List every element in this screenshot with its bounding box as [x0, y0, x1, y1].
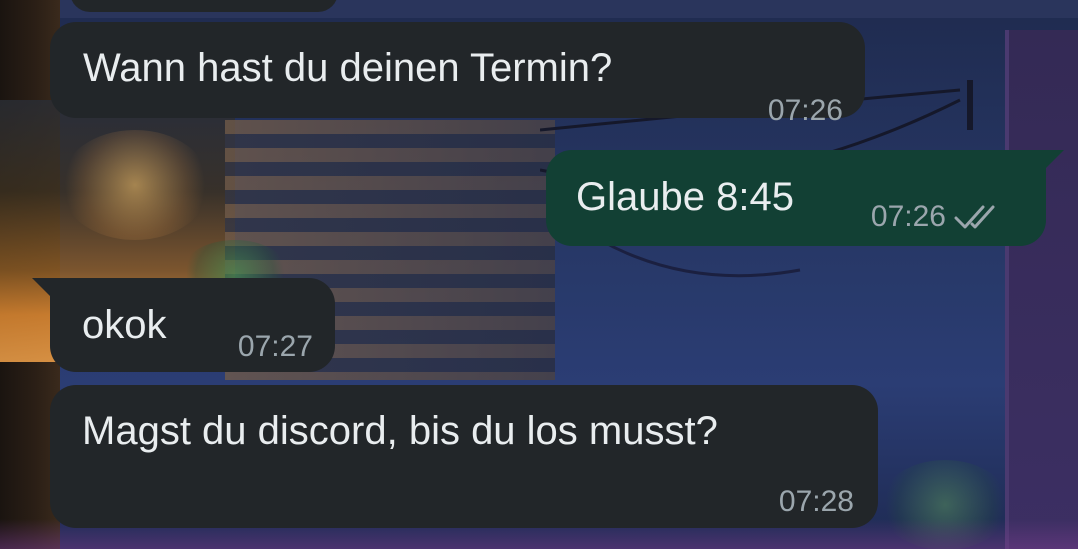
incoming-message-bubble[interactable]: Magst du discord, bis du los musst? 07:2… [50, 385, 878, 528]
double-check-read-icon [954, 205, 995, 229]
bubble-tail [32, 278, 52, 298]
wallpaper-building [1005, 30, 1078, 549]
wallpaper-lamp-glow [60, 130, 210, 240]
message-time: 07:26 [767, 94, 843, 127]
message-meta: 07:26 [871, 200, 1000, 234]
message-meta: 07:27 [238, 330, 313, 364]
message-meta: 07:28 [779, 485, 854, 519]
message-time: 07:26 [870, 200, 946, 233]
message-text: Magst du discord, bis du los musst? [82, 409, 718, 453]
message-time: 07:28 [778, 485, 854, 518]
incoming-message-bubble[interactable]: okok 07:27 [32, 278, 335, 372]
message-text: Glaube 8:45 [576, 175, 794, 219]
message-text: okok [82, 303, 167, 347]
message-text: Wann hast du deinen Termin? [83, 46, 613, 90]
message-time: 07:27 [237, 330, 313, 363]
previous-message-bubble[interactable] [70, 0, 338, 12]
incoming-message-bubble[interactable]: Wann hast du deinen Termin? 07:26 [50, 22, 865, 127]
bubble-tail [1044, 150, 1064, 170]
message-meta: 07:26 [768, 94, 843, 128]
outgoing-message-bubble[interactable]: Glaube 8:45 07:26 [546, 150, 1064, 246]
